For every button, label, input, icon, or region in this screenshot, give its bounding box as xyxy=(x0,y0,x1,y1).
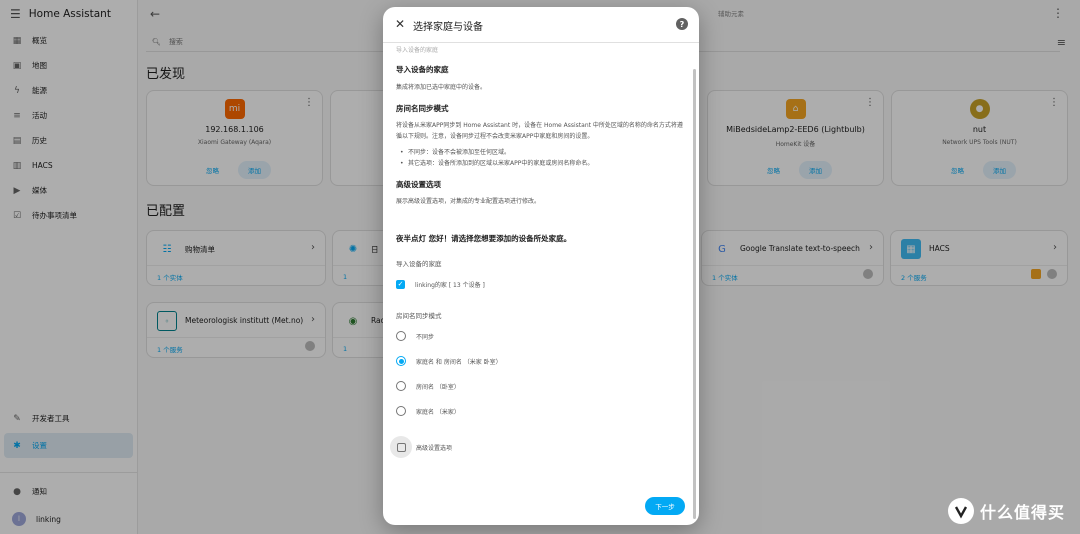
field-label: 导入设备的家庭 xyxy=(396,260,442,268)
home-option-label: linking的家 [ 13 个设备 ] xyxy=(415,281,485,289)
checkbox-label: 高级设置选项 xyxy=(416,444,453,452)
radio-button[interactable] xyxy=(396,331,406,341)
sync-radio-row[interactable]: 家庭名 和 房间名 （米家 卧室） xyxy=(396,354,686,368)
checkbox-checked-icon[interactable]: ✓ xyxy=(396,279,405,289)
section-description: 将设备从米家APP同步到 Home Assistant 时，设备在 Home A… xyxy=(396,122,683,140)
select-home-dialog: ✕ 选择家庭与设备 ? 导入设备的家庭 导入设备的家庭 集成将添加已选中家庭中的… xyxy=(383,7,699,525)
radio-label: 不同步 xyxy=(416,333,435,341)
watermark-logo-icon xyxy=(948,498,974,524)
sync-radio-row[interactable]: 房间名 （卧室） xyxy=(396,379,686,393)
section-heading: 高级设置选项 xyxy=(396,180,441,189)
help-icon[interactable]: ? xyxy=(676,18,688,30)
sync-radio-row[interactable]: 家庭名 （米家） xyxy=(396,404,686,418)
value-logo-icon xyxy=(954,506,968,519)
sync-radio-row[interactable]: 不同步 xyxy=(396,329,686,343)
dialog-title: 选择家庭与设备 xyxy=(413,22,483,33)
radio-button[interactable] xyxy=(396,381,406,391)
radio-button[interactable] xyxy=(396,406,406,416)
field-label: 房间名同步模式 xyxy=(396,312,442,320)
dialog-scrollbar[interactable] xyxy=(693,69,696,519)
watermark: 什么值得买 xyxy=(948,498,1065,524)
dialog-header: ✕ 选择家庭与设备 ? xyxy=(383,7,699,43)
section-heading: 导入设备的家庭 xyxy=(396,65,449,74)
checkbox-focus-halo xyxy=(390,436,412,458)
list-item: 其它选项：设备所添加到的区域以米家APP中的家庭或房间名称命名。 xyxy=(396,158,686,169)
clipped-text: 导入设备的家庭 xyxy=(396,47,439,54)
list-item: 不同步：设备不会被添加至任何区域。 xyxy=(396,147,686,158)
home-prompt: 夜半点灯 您好！请选择您想要添加的设备所处家庭。 xyxy=(396,234,572,243)
advanced-checkbox-row[interactable]: 高级设置选项 xyxy=(390,436,686,458)
checkbox-unchecked-icon[interactable] xyxy=(396,442,406,452)
section-description: 展示高级设置选项，对集成的专业配置选项进行修改。 xyxy=(396,198,541,205)
radio-label: 房间名 （卧室） xyxy=(416,383,460,391)
section-heading: 房间名同步模式 xyxy=(396,104,449,113)
section-description: 集成将添加已选中家庭中的设备。 xyxy=(396,84,487,91)
radio-label: 家庭名 和 房间名 （米家 卧室） xyxy=(416,358,502,366)
close-icon[interactable]: ✕ xyxy=(395,17,405,31)
next-button[interactable]: 下一步 xyxy=(645,497,685,515)
radio-label: 家庭名 （米家） xyxy=(416,408,460,416)
home-checkbox-row[interactable]: ✓ linking的家 [ 13 个设备 ] xyxy=(396,278,686,290)
watermark-text: 什么值得买 xyxy=(980,503,1066,522)
radio-button-selected[interactable] xyxy=(396,356,406,366)
dialog-body: 导入设备的家庭 导入设备的家庭 集成将添加已选中家庭中的设备。 房间名同步模式 … xyxy=(390,43,686,458)
